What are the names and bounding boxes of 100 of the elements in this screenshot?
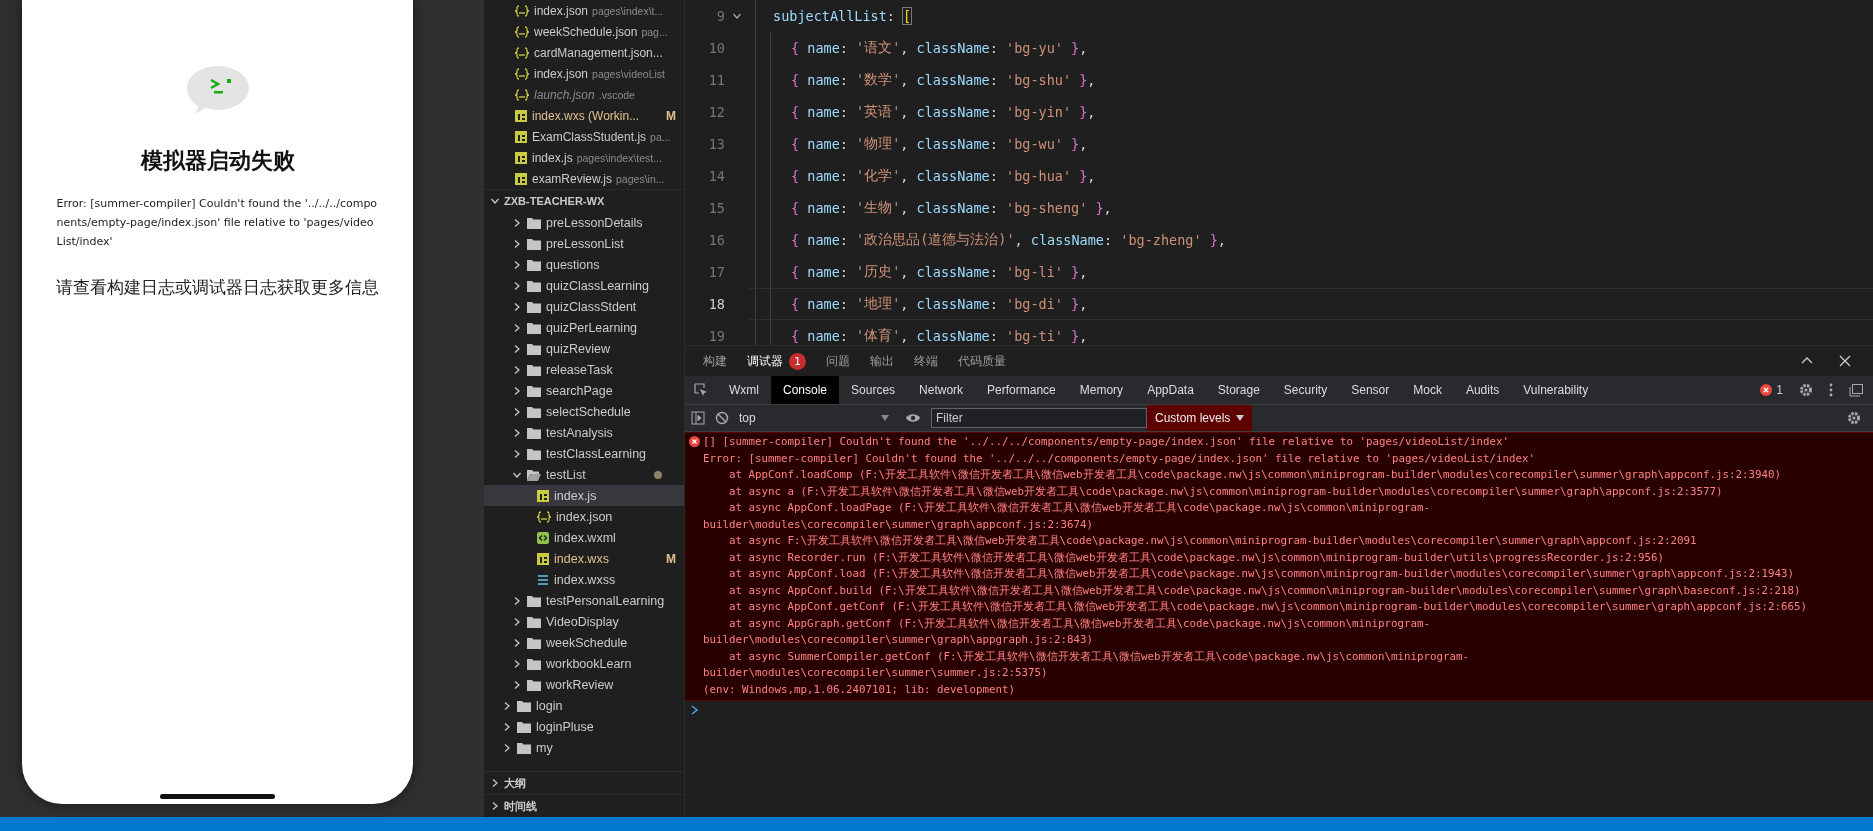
sidebar-toggle-icon[interactable] bbox=[691, 411, 705, 425]
chevron-icon[interactable] bbox=[512, 322, 522, 333]
devtools-tab[interactable]: Performance bbox=[975, 376, 1068, 404]
panel-tab[interactable]: 构建 bbox=[703, 353, 727, 369]
folder-item[interactable]: VideoDisplay bbox=[484, 611, 684, 632]
folder-item[interactable]: testAnalysis bbox=[484, 422, 684, 443]
chevron-icon[interactable] bbox=[490, 801, 500, 811]
panel-tab[interactable]: 输出 bbox=[870, 353, 894, 369]
chevron-icon[interactable] bbox=[512, 679, 522, 690]
folder-item[interactable]: quizClassStdent bbox=[484, 296, 684, 317]
devtools-tab[interactable]: Sources bbox=[839, 376, 908, 404]
panel-tab[interactable]: 问题 bbox=[826, 353, 850, 369]
devtools-tab[interactable]: Sensor bbox=[1339, 376, 1402, 404]
folder-item[interactable]: questions bbox=[484, 254, 684, 275]
devtools-tab[interactable]: Memory bbox=[1067, 376, 1136, 404]
folder-item[interactable]: quizReview bbox=[484, 338, 684, 359]
devtools-tab[interactable]: Wxml bbox=[717, 376, 771, 404]
folder-item[interactable]: login bbox=[484, 695, 684, 716]
open-editor-item[interactable]: launch.json bbox=[534, 87, 595, 102]
chevron-icon[interactable] bbox=[512, 637, 522, 648]
folder-item[interactable]: quizClassLearning bbox=[484, 275, 684, 296]
devtools-tab[interactable]: Mock bbox=[1401, 376, 1454, 404]
chevron-icon[interactable] bbox=[512, 343, 522, 354]
folder-item[interactable]: searchPage bbox=[484, 380, 684, 401]
folder-item[interactable]: my bbox=[484, 737, 684, 758]
chevron-icon[interactable] bbox=[512, 448, 522, 459]
file-item[interactable]: index.wxss bbox=[484, 569, 684, 590]
devtools-tab[interactable]: AppData bbox=[1135, 376, 1206, 404]
section-label[interactable]: 大纲 bbox=[504, 775, 526, 791]
folder-item[interactable]: testPersonalLearning bbox=[484, 590, 684, 611]
chevron-icon[interactable] bbox=[512, 406, 522, 417]
dock-icon[interactable] bbox=[1849, 383, 1863, 397]
filter-field[interactable]: Filter bbox=[931, 408, 1147, 428]
open-editor-item[interactable]: cardManagement.json... bbox=[534, 45, 663, 60]
panel-tab[interactable]: 代码质量 bbox=[958, 353, 1006, 369]
open-editor-item[interactable]: examReview.js bbox=[532, 171, 613, 186]
chevron-icon[interactable] bbox=[512, 301, 522, 312]
prompt-chevron-icon[interactable] bbox=[691, 705, 699, 715]
project-name[interactable]: ZXB-TEACHER-WX bbox=[504, 195, 605, 207]
error-icon bbox=[689, 436, 700, 447]
open-editor-item[interactable]: weekSchedule.json bbox=[534, 24, 638, 39]
panel-tab[interactable]: 调试器 1 bbox=[747, 352, 806, 370]
file-item[interactable]: index.wxml bbox=[484, 527, 684, 548]
devtools-tab[interactable]: Storage bbox=[1205, 376, 1272, 404]
inspect-icon[interactable] bbox=[693, 382, 709, 398]
folder-item[interactable]: loginPluse bbox=[484, 716, 684, 737]
context-select[interactable]: top bbox=[739, 411, 895, 425]
braces-icon bbox=[514, 87, 530, 102]
settings-icon[interactable] bbox=[1847, 411, 1861, 425]
file-item[interactable]: index.wxs M bbox=[484, 548, 684, 569]
folder-item[interactable]: preLessonList bbox=[484, 233, 684, 254]
js-file-icon bbox=[514, 150, 528, 165]
line-number: 14 bbox=[707, 168, 725, 184]
devtools-tab[interactable]: Audits bbox=[1453, 376, 1512, 404]
chevron-icon[interactable] bbox=[502, 700, 512, 711]
close-icon[interactable] bbox=[1839, 355, 1851, 367]
open-editor-item[interactable]: ExamClassStudent.js bbox=[532, 129, 647, 144]
item-name: questions bbox=[546, 257, 600, 272]
chevron-icon[interactable] bbox=[512, 364, 522, 375]
chevron-icon[interactable] bbox=[512, 427, 522, 438]
fold-chevron-icon[interactable] bbox=[732, 11, 742, 21]
eye-icon[interactable] bbox=[905, 412, 921, 424]
folder-item[interactable]: quizPerLearning bbox=[484, 317, 684, 338]
more-icon[interactable] bbox=[1829, 383, 1833, 397]
devtools-tab[interactable]: Security bbox=[1271, 376, 1340, 404]
folder-item[interactable]: testClassLearning bbox=[484, 443, 684, 464]
chevron-icon[interactable] bbox=[512, 238, 522, 249]
chevron-icon[interactable] bbox=[512, 658, 522, 669]
folder-item[interactable]: preLessonDetails bbox=[484, 212, 684, 233]
chevron-icon[interactable] bbox=[512, 616, 522, 627]
file-item[interactable]: index.json bbox=[484, 506, 684, 527]
devtools-tab[interactable]: Network bbox=[907, 376, 976, 404]
devtools-tab[interactable]: Vulnerability bbox=[1511, 376, 1601, 404]
levels-dropdown[interactable]: Custom levels bbox=[1147, 405, 1253, 431]
chevron-icon[interactable] bbox=[502, 721, 512, 732]
panel-tab[interactable]: 终端 bbox=[914, 353, 938, 369]
chevron-icon[interactable] bbox=[490, 778, 500, 788]
block-icon[interactable] bbox=[715, 411, 729, 425]
file-item[interactable]: index.js bbox=[484, 485, 684, 506]
chevron-icon[interactable] bbox=[502, 742, 512, 753]
settings-icon[interactable] bbox=[1799, 383, 1813, 397]
folder-item[interactable]: releaseTask bbox=[484, 359, 684, 380]
chevron-icon[interactable] bbox=[512, 217, 522, 228]
open-editor-item[interactable]: index.wxs (Workin... bbox=[532, 108, 640, 123]
chevron-icon[interactable] bbox=[512, 385, 522, 396]
devtools-tab[interactable]: Console bbox=[771, 376, 840, 404]
chevron-icon[interactable] bbox=[512, 280, 522, 291]
section-label[interactable]: 时间线 bbox=[504, 798, 537, 814]
item-name: index.wxs bbox=[554, 551, 609, 566]
folder-item[interactable]: weekSchedule bbox=[484, 632, 684, 653]
folder-item[interactable]: workReview bbox=[484, 674, 684, 695]
chevron-icon[interactable] bbox=[512, 259, 522, 270]
folder-item[interactable]: workbookLearn bbox=[484, 653, 684, 674]
chevron-icon[interactable] bbox=[490, 196, 500, 206]
folder-item[interactable]: testList bbox=[484, 464, 684, 485]
open-editor-item[interactable]: index.json bbox=[534, 66, 589, 81]
open-editor-item[interactable]: index.json bbox=[534, 3, 589, 18]
folder-item[interactable]: selectSchedule bbox=[484, 401, 684, 422]
chevron-icon[interactable] bbox=[512, 595, 522, 606]
open-editor-item[interactable]: index.js bbox=[532, 150, 573, 165]
